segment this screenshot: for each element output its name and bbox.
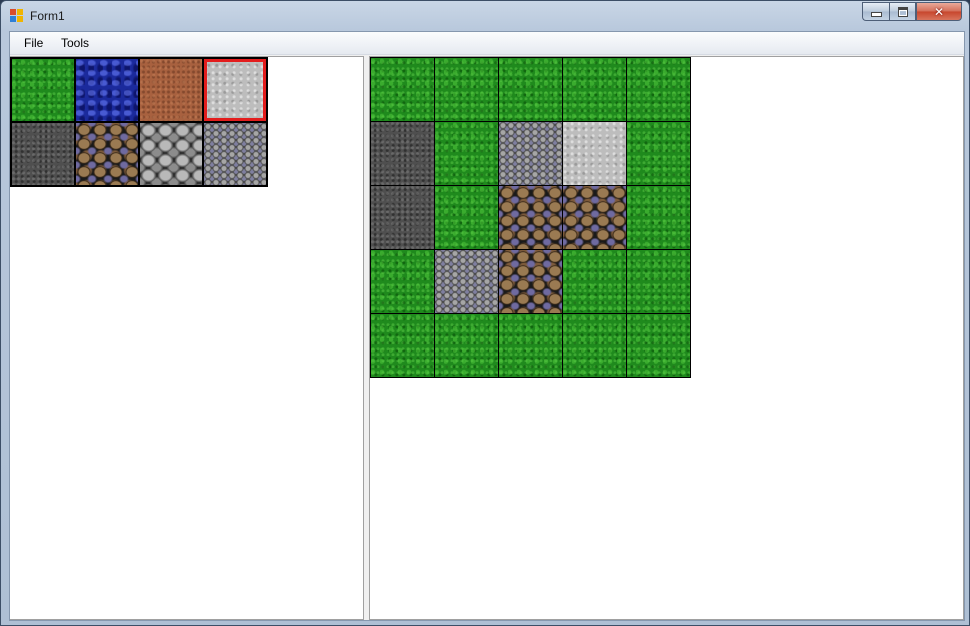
- map-cell-asphalt[interactable]: [371, 122, 434, 185]
- map-cell-grass[interactable]: [627, 250, 690, 313]
- map-cell-grass[interactable]: [435, 314, 498, 377]
- minimize-button[interactable]: [862, 2, 889, 21]
- map-cell-pebbles[interactable]: [563, 186, 626, 249]
- map-cell-grass[interactable]: [435, 122, 498, 185]
- close-icon: ✕: [933, 4, 945, 19]
- palette-tile-stones[interactable]: [140, 123, 202, 185]
- map-panel: [369, 56, 964, 620]
- map-cell-asphalt[interactable]: [371, 186, 434, 249]
- window-title: Form1: [30, 9, 65, 23]
- tile-palette: [10, 57, 268, 187]
- map-cell-gravel[interactable]: [499, 122, 562, 185]
- palette-tile-dirt[interactable]: [140, 59, 202, 121]
- map-cell-gravel[interactable]: [435, 250, 498, 313]
- menu-tools[interactable]: Tools: [55, 35, 95, 51]
- map-cell-grass[interactable]: [371, 314, 434, 377]
- menu-file[interactable]: File: [18, 35, 49, 51]
- palette-tile-asphalt[interactable]: [12, 123, 74, 185]
- map-cell-grass[interactable]: [499, 58, 562, 121]
- app-icon[interactable]: [10, 9, 23, 22]
- tile-palette-panel: [10, 56, 364, 620]
- map-cell-grass[interactable]: [435, 58, 498, 121]
- palette-tile-concrete[interactable]: [204, 59, 266, 121]
- palette-tile-grass[interactable]: [12, 59, 74, 121]
- map-cell-grass[interactable]: [371, 250, 434, 313]
- caption-buttons: ✕: [862, 2, 962, 21]
- maximize-icon: [897, 6, 908, 17]
- palette-tile-gravel[interactable]: [204, 123, 266, 185]
- map-cell-pebbles[interactable]: [499, 186, 562, 249]
- map-cell-concrete[interactable]: [563, 122, 626, 185]
- menu-bar: File Tools: [10, 32, 964, 55]
- map-cell-grass[interactable]: [499, 314, 562, 377]
- close-button[interactable]: ✕: [916, 2, 962, 21]
- app-window: Form1 ✕ File Tools: [0, 0, 970, 626]
- map-cell-grass[interactable]: [627, 314, 690, 377]
- map-cell-grass[interactable]: [435, 186, 498, 249]
- map-cell-grass[interactable]: [627, 186, 690, 249]
- minimize-icon: [870, 12, 882, 17]
- map-cell-grass[interactable]: [371, 58, 434, 121]
- tile-map: [370, 57, 691, 378]
- palette-tile-water[interactable]: [76, 59, 138, 121]
- client-area: File Tools: [9, 31, 965, 621]
- map-cell-grass[interactable]: [563, 58, 626, 121]
- map-cell-grass[interactable]: [627, 58, 690, 121]
- map-cell-grass[interactable]: [563, 250, 626, 313]
- map-cell-pebbles[interactable]: [499, 250, 562, 313]
- title-bar[interactable]: Form1 ✕: [1, 1, 969, 30]
- palette-tile-pebbles[interactable]: [76, 123, 138, 185]
- maximize-button[interactable]: [889, 2, 916, 21]
- map-cell-grass[interactable]: [563, 314, 626, 377]
- map-cell-grass[interactable]: [627, 122, 690, 185]
